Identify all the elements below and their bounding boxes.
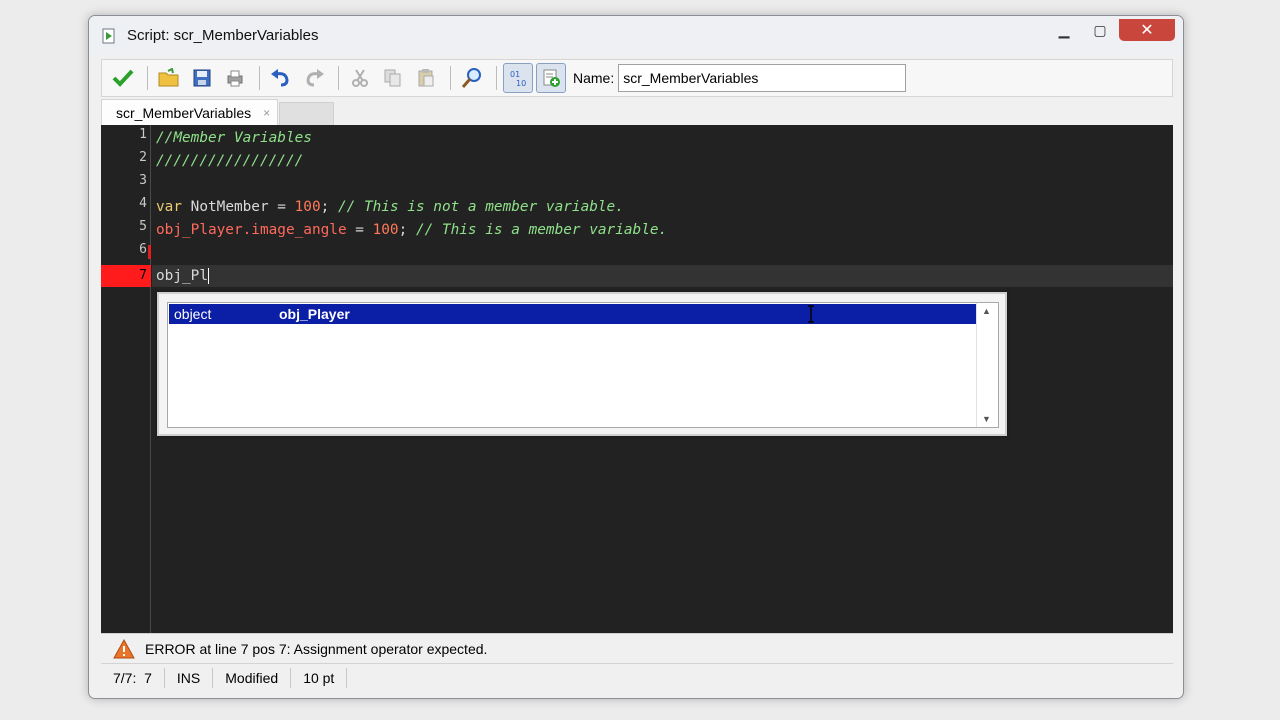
code-punct: ; (398, 222, 408, 238)
current-line-highlight (152, 265, 1173, 287)
copy-button[interactable] (378, 63, 408, 93)
code-comment: // This is not a member variable. (329, 199, 624, 215)
open-button[interactable] (154, 63, 184, 93)
syntax-check-button[interactable]: 01 10 (503, 63, 533, 93)
code-object-ref: obj_Player.image_angle (156, 222, 347, 238)
close-icon: ✕ (1140, 22, 1154, 39)
code-line-4: var NotMember = 100; // This is not a me… (156, 196, 624, 218)
code-line-1: //Member Variables (156, 127, 312, 149)
autocomplete-item-type: object (174, 306, 212, 322)
scroll-down-icon[interactable]: ▼ (982, 414, 991, 424)
autocomplete-scrollbar[interactable]: ▲ ▼ (976, 303, 998, 427)
autocomplete-popup: object obj_Player ▲ ▼ (157, 292, 1007, 436)
toolbar-separator (338, 66, 339, 90)
toolbar: 01 10 Name: (101, 59, 1173, 97)
text-caret (207, 268, 209, 284)
close-button[interactable]: ✕ (1119, 19, 1175, 41)
save-disk-icon (193, 69, 211, 87)
redo-icon (306, 69, 324, 87)
name-label: Name: (573, 70, 615, 86)
ibeam-cursor-icon (808, 305, 814, 323)
undo-icon (271, 69, 289, 87)
tab-label: scr_MemberVariables (116, 104, 252, 121)
autocomplete-list[interactable]: object obj_Player ▲ ▼ (167, 302, 999, 428)
minimize-button[interactable]: ▁ (1047, 19, 1081, 41)
code-identifier: obj_Pl (156, 268, 208, 284)
code-identifier: NotMember = (182, 199, 295, 215)
code-identifier: = (346, 222, 373, 238)
paste-button[interactable] (411, 63, 441, 93)
open-folder-icon (158, 68, 179, 87)
code-keyword: var (156, 199, 182, 215)
error-line-number: 7 (101, 265, 151, 287)
line-number: 3 (139, 173, 147, 188)
code-line-7: obj_Pl (156, 265, 209, 287)
script-file-icon (102, 28, 115, 44)
error-message: ERROR at line 7 pos 7: Assignment operat… (145, 640, 488, 657)
svg-text:10: 10 (516, 79, 526, 88)
line-number: 5 (139, 219, 147, 234)
tab-bar: scr_MemberVariables × (101, 99, 1173, 125)
error-bar: ERROR at line 7 pos 7: Assignment operat… (101, 633, 1173, 663)
autocomplete-item-selected[interactable]: object obj_Player (169, 304, 976, 324)
status-position: 7/7: 7 (101, 667, 165, 688)
cut-icon (352, 69, 368, 87)
copy-icon (384, 69, 401, 87)
modified-line-marker (148, 245, 151, 259)
line-number: 4 (139, 196, 147, 211)
svg-text:01: 01 (510, 70, 520, 79)
autocomplete-item-label: obj_Player (279, 306, 350, 322)
tab-scr-membervariables[interactable]: scr_MemberVariables × (101, 99, 278, 125)
code-comment: //Member Variables (156, 130, 312, 146)
print-button[interactable] (220, 63, 250, 93)
code-comment: // This is a member variable. (407, 222, 668, 238)
new-tab-area[interactable] (279, 102, 334, 125)
line-number: 2 (139, 150, 147, 165)
code-line-5: obj_Player.image_angle = 100; // This is… (156, 219, 667, 241)
code-comment: ///////////////// (156, 153, 304, 169)
status-insert-mode: INS (165, 667, 214, 688)
print-icon (227, 70, 243, 87)
caption-buttons: ▁ ▢ ✕ (1047, 19, 1175, 41)
code-number: 100 (372, 222, 399, 238)
toolbar-separator (496, 66, 497, 90)
script-name-input[interactable] (618, 64, 907, 92)
find-button[interactable] (457, 63, 487, 93)
warning-icon (113, 638, 135, 658)
save-button[interactable] (187, 63, 217, 93)
toolbar-separator (259, 66, 260, 90)
code-punct: ; (320, 199, 330, 215)
minimize-icon: ▁ (1058, 21, 1070, 38)
code-number: 100 (294, 199, 321, 215)
window-title: Script: scr_MemberVariables (127, 27, 319, 44)
status-font-size: 10 pt (291, 667, 348, 688)
ok-check-icon (112, 69, 134, 87)
title-bar[interactable]: Script: scr_MemberVariables ▁ ▢ ✕ (89, 16, 1183, 56)
code-line-2: ///////////////// (156, 150, 303, 172)
find-icon (461, 68, 481, 88)
status-bar: 7/7: 7 INS Modified 10 pt (101, 663, 1173, 691)
syntax-check-icon: 0110 (510, 70, 526, 88)
line-number-gutter: 1 2 3 4 5 6 7 (101, 125, 151, 633)
toolbar-separator (450, 66, 451, 90)
undo-button[interactable] (266, 63, 296, 93)
ok-button[interactable] (108, 63, 138, 93)
line-number: 6 (139, 242, 147, 257)
line-number: 1 (139, 127, 147, 142)
insert-resource-icon (543, 69, 560, 87)
scroll-up-icon[interactable]: ▲ (982, 306, 991, 316)
toolbar-separator (147, 66, 148, 90)
maximize-icon: ▢ (1093, 21, 1107, 38)
cut-button[interactable] (345, 63, 375, 93)
maximize-button[interactable]: ▢ (1083, 19, 1117, 41)
tab-close-icon[interactable]: × (263, 106, 270, 120)
status-modified: Modified (213, 667, 292, 688)
redo-button[interactable] (299, 63, 329, 93)
insert-resource-button[interactable] (536, 63, 566, 93)
paste-icon (418, 69, 434, 87)
